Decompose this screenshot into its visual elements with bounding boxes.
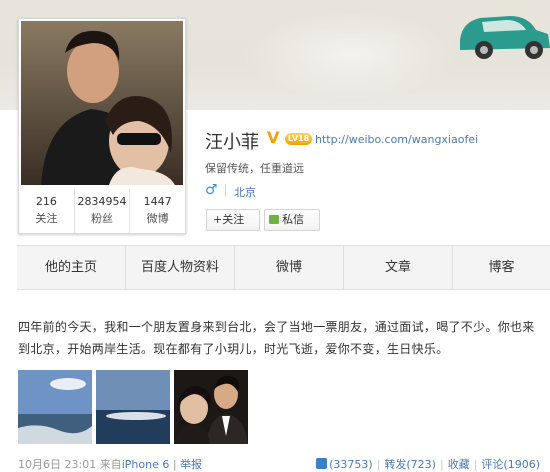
repost-button[interactable]: 转发(723) bbox=[384, 458, 436, 471]
avatar[interactable] bbox=[21, 21, 183, 185]
verified-icon[interactable]: V bbox=[267, 130, 283, 146]
location-link[interactable]: 北京 bbox=[234, 184, 256, 200]
report-link[interactable]: 举报 bbox=[180, 458, 202, 471]
follow-label: +关注 bbox=[213, 213, 245, 226]
stat-value: 216 bbox=[35, 195, 57, 208]
tab-articles[interactable]: 文章 bbox=[344, 246, 453, 289]
action-separator: | bbox=[376, 458, 381, 471]
stat-posts[interactable]: 1447 微博 bbox=[130, 189, 185, 233]
stat-value: 2834954 bbox=[77, 195, 127, 208]
source-prefix: 来自 bbox=[99, 458, 122, 471]
like-count: (33753) bbox=[329, 458, 373, 471]
action-separator: | bbox=[473, 458, 478, 471]
user-bio: 保留传统，任重道远 bbox=[205, 162, 304, 175]
favorite-button[interactable]: 收藏 bbox=[448, 458, 470, 471]
comment-button[interactable]: 评论(1906) bbox=[481, 458, 540, 471]
post-time[interactable]: 10月6日 23:01 bbox=[18, 458, 96, 471]
post-source[interactable]: iPhone 6 bbox=[122, 458, 170, 471]
post-image-thumbnail[interactable] bbox=[174, 370, 248, 444]
profile-stats: 216 关注 2834954 粉丝 1447 微博 bbox=[19, 189, 185, 233]
user-name: 汪小菲 bbox=[205, 132, 259, 153]
post-text: 四年前的今天，我和一个朋友置身来到台北，会了当地一票朋友，通过面试，喝了不少。你… bbox=[18, 320, 535, 356]
post-image-thumbnail[interactable] bbox=[96, 370, 170, 444]
action-separator: | bbox=[439, 458, 444, 471]
like-button[interactable]: (33753) bbox=[316, 458, 373, 471]
stat-following[interactable]: 216 关注 bbox=[19, 189, 75, 233]
stat-value: 1447 bbox=[143, 195, 172, 208]
tab-home[interactable]: 他的主页 bbox=[17, 246, 126, 289]
message-label: 私信 bbox=[282, 213, 304, 226]
follow-button[interactable]: +关注 bbox=[206, 209, 260, 231]
profile-url-link[interactable]: http://weibo.com/wangxiaofei bbox=[315, 133, 478, 146]
male-gender-icon: ♂ bbox=[205, 182, 218, 198]
post-actions: (33753) | 转发(723) | 收藏 | 评论(1906) bbox=[316, 456, 540, 472]
stat-label: 关注 bbox=[35, 212, 58, 225]
message-icon bbox=[269, 215, 279, 224]
level-badge[interactable]: LV18 bbox=[285, 133, 312, 145]
profile-tabs: 他的主页 百度人物资料 微博 文章 博客 bbox=[17, 245, 550, 290]
like-icon bbox=[316, 458, 328, 469]
tab-weibo[interactable]: 微博 bbox=[235, 246, 344, 289]
tab-baidu-profile[interactable]: 百度人物资料 bbox=[126, 246, 235, 289]
post-image-thumbnail[interactable] bbox=[18, 370, 92, 444]
message-button[interactable]: 私信 bbox=[264, 209, 320, 231]
avatar-card: 216 关注 2834954 粉丝 1447 微博 bbox=[18, 18, 186, 234]
meta-separator: | bbox=[172, 458, 177, 471]
stat-followers[interactable]: 2834954 粉丝 bbox=[75, 189, 131, 233]
post-meta: 10月6日 23:01 来自iPhone 6 | 举报 bbox=[18, 456, 202, 472]
stat-label: 粉丝 bbox=[91, 212, 113, 225]
tab-blog[interactable]: 博客 bbox=[453, 246, 550, 289]
car-icon bbox=[460, 16, 550, 59]
stat-label: 微博 bbox=[146, 212, 169, 225]
divider bbox=[225, 184, 226, 196]
